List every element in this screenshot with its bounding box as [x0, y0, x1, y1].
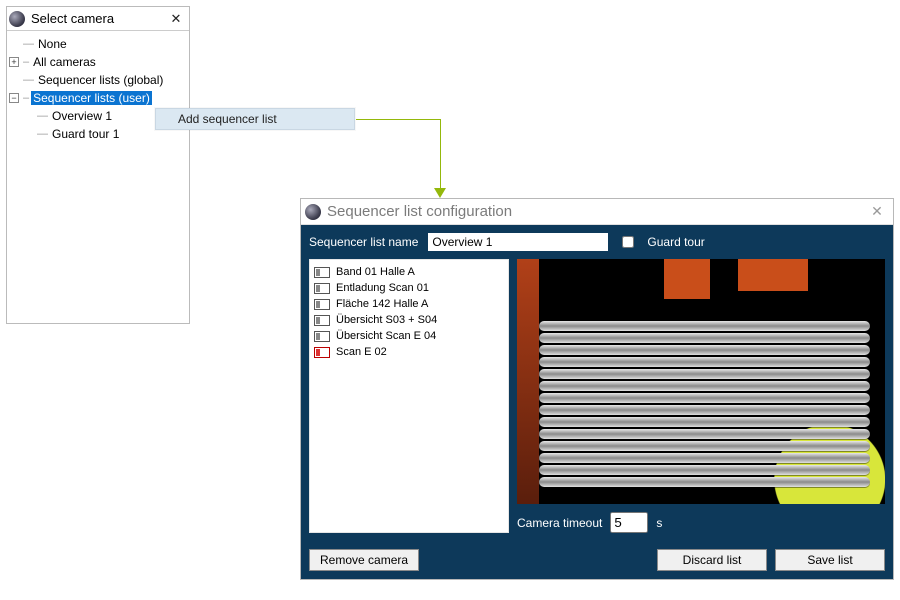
camera-list-item[interactable]: Entladung Scan 01: [314, 280, 504, 296]
arrow-connector: [440, 119, 441, 191]
camera-list[interactable]: Band 01 Halle A Entladung Scan 01 Fläche…: [309, 259, 509, 533]
guard-tour-checkbox[interactable]: [622, 236, 634, 248]
preview-column: Camera timeout s: [517, 259, 885, 533]
collapse-icon[interactable]: −: [9, 93, 19, 103]
save-list-button[interactable]: Save list: [775, 549, 885, 571]
camera-list-item[interactable]: Scan E 02: [314, 344, 504, 360]
expand-icon[interactable]: +: [9, 57, 19, 67]
close-icon[interactable]: ✕: [867, 202, 887, 222]
tree-label: None: [36, 37, 69, 51]
tree-label: Sequencer lists (user): [31, 91, 152, 105]
tree-label: All cameras: [31, 55, 98, 69]
config-body: Sequencer list name Guard tour Band 01 H…: [301, 225, 893, 541]
camera-icon: [314, 315, 330, 326]
discard-list-button[interactable]: Discard list: [657, 549, 767, 571]
select-camera-window: Select camera ✕ — None +– All cameras — …: [6, 6, 190, 324]
camera-icon: [314, 267, 330, 278]
camera-item-label: Entladung Scan 01: [336, 282, 429, 294]
timeout-input[interactable]: [610, 512, 648, 533]
tree-label: Overview 1: [50, 109, 114, 123]
close-icon[interactable]: ✕: [167, 10, 185, 28]
camera-item-label: Fläche 142 Halle A: [336, 298, 428, 310]
sequencer-config-window: Sequencer list configuration ✕ Sequencer…: [300, 198, 894, 580]
context-add-sequencer-list[interactable]: Add sequencer list: [155, 108, 355, 130]
camera-icon: [314, 283, 330, 294]
camera-icon: [314, 299, 330, 310]
tree-item-all-cameras[interactable]: +– All cameras: [9, 53, 187, 71]
select-camera-titlebar: Select camera ✕: [7, 7, 189, 31]
camera-list-item[interactable]: Band 01 Halle A: [314, 264, 504, 280]
arrow-connector: [356, 119, 440, 120]
camera-list-item[interactable]: Übersicht S03 + S04: [314, 312, 504, 328]
tree-item-sequencer-global[interactable]: — Sequencer lists (global): [9, 71, 187, 89]
camera-item-label: Scan E 02: [336, 346, 387, 358]
config-mid: Band 01 Halle A Entladung Scan 01 Fläche…: [309, 259, 885, 533]
timeout-unit: s: [656, 516, 662, 530]
camera-list-item[interactable]: Fläche 142 Halle A: [314, 296, 504, 312]
camera-item-label: Band 01 Halle A: [336, 266, 415, 278]
select-camera-title: Select camera: [31, 11, 167, 26]
guard-tour-label: Guard tour: [647, 235, 704, 249]
remove-camera-button[interactable]: Remove camera: [309, 549, 419, 571]
name-label: Sequencer list name: [309, 235, 418, 249]
config-title: Sequencer list configuration: [327, 203, 867, 220]
context-item-label: Add sequencer list: [178, 112, 277, 126]
button-row: Remove camera Discard list Save list: [301, 541, 893, 579]
app-icon: [305, 204, 321, 220]
config-titlebar: Sequencer list configuration ✕: [301, 199, 893, 225]
arrow-head-icon: [434, 188, 446, 198]
camera-icon: [314, 331, 330, 342]
tree-item-sequencer-user[interactable]: −– Sequencer lists (user): [9, 89, 187, 107]
timeout-row: Camera timeout s: [517, 512, 885, 533]
tree-item-none[interactable]: — None: [9, 35, 187, 53]
tree-label: Sequencer lists (global): [36, 73, 165, 87]
app-icon: [9, 11, 25, 27]
tree-label: Guard tour 1: [50, 127, 121, 141]
camera-preview: [517, 259, 885, 504]
camera-item-label: Übersicht S03 + S04: [336, 314, 437, 326]
sequencer-name-input[interactable]: [428, 233, 608, 251]
camera-list-item[interactable]: Übersicht Scan E 04: [314, 328, 504, 344]
camera-recording-icon: [314, 347, 330, 358]
timeout-label: Camera timeout: [517, 516, 602, 530]
camera-item-label: Übersicht Scan E 04: [336, 330, 436, 342]
name-row: Sequencer list name Guard tour: [309, 233, 885, 251]
